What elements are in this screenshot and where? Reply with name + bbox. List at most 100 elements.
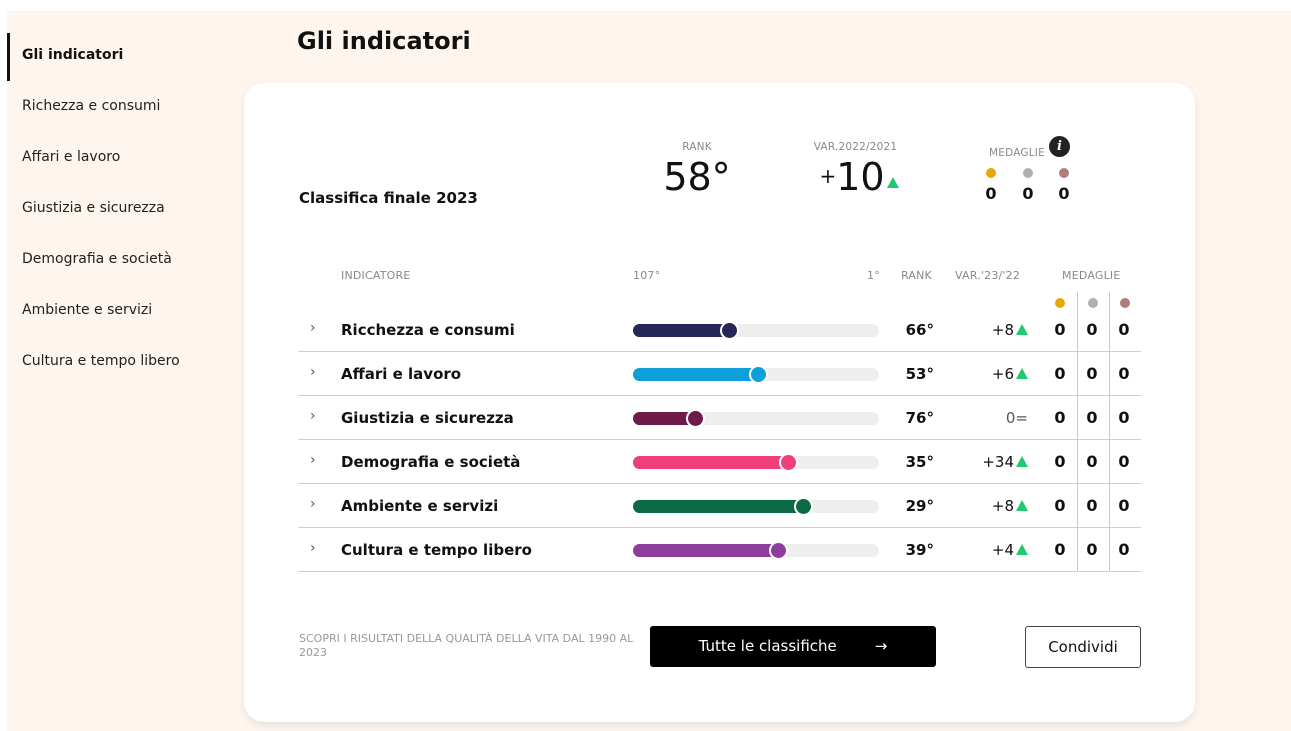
rank-bar-knob — [749, 365, 768, 384]
row-variation-value: +34 — [982, 453, 1014, 471]
rank-bar-knob — [769, 541, 788, 560]
summary-var-value: +10 — [804, 155, 914, 199]
sidebar-item-giustizia-e-sicurezza[interactable]: Giustizia e sicurezza — [7, 183, 217, 234]
row-rank: 29° — [905, 497, 934, 515]
table-row[interactable]: › Affari e lavoro 53° +6 0 0 0 — [298, 352, 1141, 396]
row-label: Giustizia e sicurezza — [341, 409, 514, 427]
row-medal-count: 0 — [1118, 496, 1130, 515]
chevron-right-icon[interactable]: › — [310, 496, 316, 512]
summary-silver-count: 0 — [1022, 184, 1034, 203]
row-medal-count: 0 — [1118, 408, 1130, 427]
row-medal-count: 0 — [1118, 320, 1130, 339]
row-medal-count: 0 — [1054, 320, 1066, 339]
trend-up-icon — [886, 177, 899, 188]
summary-var-number: 10 — [836, 155, 885, 199]
row-label: Affari e lavoro — [341, 365, 462, 383]
trend-up-icon — [1016, 500, 1028, 511]
header-medals: MEDAGLIE — [1062, 269, 1121, 282]
rank-bar-track — [633, 409, 879, 428]
rank-bar-track — [633, 453, 879, 472]
row-rank: 66° — [905, 321, 934, 339]
all-rankings-button[interactable]: Tutte le classifiche → — [650, 626, 936, 667]
summary-rank-value: 58° — [663, 155, 731, 199]
row-medal-count: 0 — [1118, 452, 1130, 471]
bronze-medal-icon — [1059, 168, 1069, 178]
sidebar-item-ambiente-e-servizi[interactable]: Ambiente e servizi — [7, 285, 217, 336]
row-medal-count: 0 — [1054, 364, 1066, 383]
sidebar-item-cultura-e-tempo-libero[interactable]: Cultura e tempo libero — [7, 336, 217, 387]
row-rank: 35° — [905, 453, 934, 471]
row-label: Ricchezza e consumi — [341, 321, 515, 339]
rank-bar-track — [633, 365, 879, 384]
rank-bar-fill — [633, 500, 803, 513]
row-rank: 76° — [905, 409, 934, 427]
sidebar-item-gli-indicatori[interactable]: Gli indicatori — [7, 30, 217, 81]
medal-divider — [1109, 292, 1110, 571]
sidebar-item-affari-e-lavoro[interactable]: Affari e lavoro — [7, 132, 217, 183]
gold-medal-icon — [986, 168, 996, 178]
row-variation: +4 — [968, 541, 1028, 559]
table-row[interactable]: › Cultura e tempo libero 39° +4 0 0 0 — [298, 528, 1141, 572]
rank-bar-knob — [686, 409, 705, 428]
row-medal-count: 0 — [1086, 452, 1098, 471]
table-row[interactable]: › Ambiente e servizi 29° +8 0 0 0 — [298, 484, 1141, 528]
row-medal-count: 0 — [1054, 408, 1066, 427]
row-variation: 0= — [968, 409, 1028, 427]
row-medal-count: 0 — [1054, 452, 1066, 471]
sidebar-item-ricchezza-e-consumi[interactable]: Richezza e consumi — [7, 81, 217, 132]
rank-bar-fill — [633, 324, 729, 337]
chevron-right-icon[interactable]: › — [310, 408, 316, 424]
summary-title: Classifica finale 2023 — [299, 189, 478, 207]
footer-description: SCOPRI I RISULTATI DELLA QUALITÀ DELLA V… — [299, 632, 634, 659]
trend-up-icon — [1016, 324, 1028, 335]
rank-bar-fill — [633, 544, 778, 557]
row-variation: +6 — [968, 365, 1028, 383]
rank-bar-knob — [779, 453, 798, 472]
chevron-right-icon[interactable]: › — [310, 452, 316, 468]
row-label: Demografia e società — [341, 453, 521, 471]
bronze-medal-icon — [1120, 298, 1130, 308]
row-label: Ambiente e servizi — [341, 497, 499, 515]
summary-var-sign: + — [819, 164, 837, 188]
sidebar-item-demografia-e-societa[interactable]: Demografia e società — [7, 234, 217, 285]
row-medal-count: 0 — [1086, 408, 1098, 427]
row-variation-value: +6 — [991, 365, 1014, 383]
table-row[interactable]: › Ricchezza e consumi 66° +8 0 0 0 — [298, 308, 1141, 352]
medal-divider — [1077, 292, 1078, 571]
row-medal-count: 0 — [1086, 364, 1098, 383]
row-medal-count: 0 — [1086, 540, 1098, 559]
trend-up-icon — [1016, 456, 1028, 467]
table-row[interactable]: › Demografia e società 35° +34 0 0 0 — [298, 440, 1141, 484]
row-medal-count: 0 — [1118, 540, 1130, 559]
row-medal-count: 0 — [1054, 496, 1066, 515]
row-variation: +8 — [968, 321, 1028, 339]
row-variation-value: +8 — [991, 321, 1014, 339]
silver-medal-icon — [1023, 168, 1033, 178]
all-rankings-label: Tutte le classifiche — [698, 637, 837, 655]
info-icon[interactable]: i — [1049, 136, 1070, 157]
chevron-right-icon[interactable]: › — [310, 540, 316, 556]
chevron-right-icon[interactable]: › — [310, 320, 316, 336]
table-row[interactable]: › Giustizia e sicurezza 76° 0= 0 0 0 — [298, 396, 1141, 440]
rank-bar-track — [633, 497, 879, 516]
header-rank: RANK — [901, 269, 932, 282]
rank-bar-knob — [794, 497, 813, 516]
silver-medal-icon — [1088, 298, 1098, 308]
row-variation-value: +8 — [991, 497, 1014, 515]
rank-bar-track — [633, 541, 879, 560]
row-variation: +34 — [968, 453, 1028, 471]
summary-gold-count: 0 — [985, 184, 997, 203]
trend-up-icon — [1016, 544, 1028, 555]
chevron-right-icon[interactable]: › — [310, 364, 316, 380]
header-scale-min: 107° — [633, 269, 661, 282]
row-label: Cultura e tempo libero — [341, 541, 532, 559]
gold-medal-icon — [1055, 298, 1065, 308]
trend-up-icon — [1016, 368, 1028, 379]
sidebar: Gli indicatori Richezza e consumi Affari… — [7, 30, 217, 387]
rank-bar-fill — [633, 368, 758, 381]
share-button[interactable]: Condividi — [1025, 626, 1141, 668]
rank-bar-knob — [720, 321, 739, 340]
arrow-right-icon: → — [874, 637, 888, 655]
row-rank: 53° — [905, 365, 934, 383]
page-title: Gli indicatori — [297, 27, 471, 55]
